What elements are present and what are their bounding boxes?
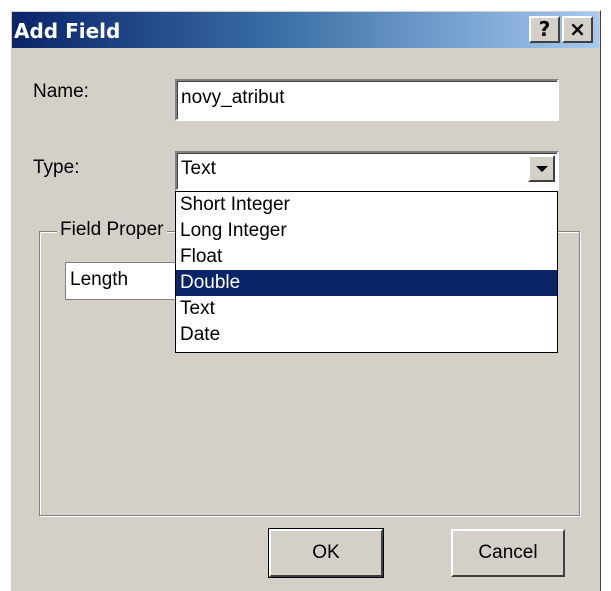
window-title: Add Field <box>14 19 121 43</box>
type-option-float[interactable]: Float <box>176 244 557 270</box>
chevron-down-icon[interactable] <box>528 155 555 182</box>
type-option-text[interactable]: Text <box>176 296 557 322</box>
help-button[interactable]: ? <box>529 16 560 43</box>
field-properties-label: Field Proper <box>57 219 167 241</box>
name-input-value: novy_atribut <box>181 87 285 108</box>
type-option-long-integer[interactable]: Long Integer <box>176 218 557 244</box>
type-dropdown-list: Short Integer Long Integer Float Double … <box>175 191 558 353</box>
property-name: Length <box>70 269 129 290</box>
name-label: Name: <box>33 81 89 102</box>
type-option-double[interactable]: Double <box>176 270 557 296</box>
cancel-button[interactable]: Cancel <box>451 529 565 577</box>
add-field-dialog: Add Field ? × Name: novy_atribut Type: T… <box>10 10 601 591</box>
type-option-date[interactable]: Date <box>176 322 557 348</box>
type-option-short-integer[interactable]: Short Integer <box>176 192 557 218</box>
type-label: Type: <box>33 157 80 178</box>
title-bar[interactable]: Add Field ? × <box>12 12 599 48</box>
ok-button[interactable]: OK <box>268 528 384 578</box>
name-input[interactable]: novy_atribut <box>175 79 559 121</box>
type-select[interactable]: Text <box>175 151 559 191</box>
type-select-value: Text <box>181 158 216 179</box>
close-button[interactable]: × <box>562 16 593 43</box>
